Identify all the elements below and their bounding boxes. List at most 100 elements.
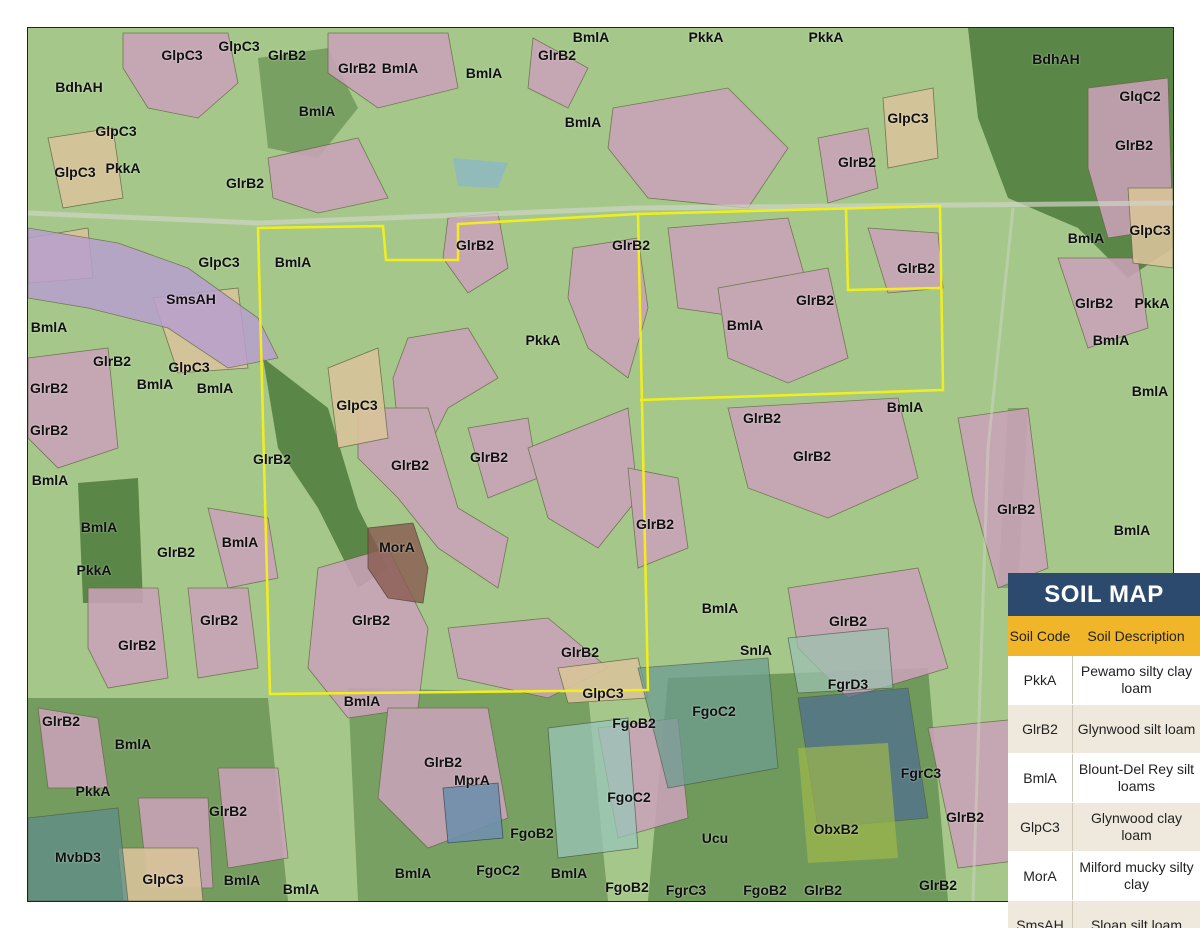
- soil-polygon: [187, 587, 259, 679]
- soil-code-label: BmlA: [1131, 383, 1169, 399]
- soil-code-label: FgoB2: [743, 882, 787, 898]
- soil-code-label: PkkA: [808, 29, 844, 45]
- soil-code-label: GlrB2: [803, 882, 843, 898]
- soil-code-label: PkkA: [76, 562, 112, 578]
- soil-code-label: PkkA: [105, 160, 141, 176]
- soil-code-label: BmlA: [465, 65, 503, 81]
- soil-code-label: FgoB2: [605, 879, 649, 895]
- soil-polygon: [547, 717, 639, 859]
- soil-code-label: GlrB2: [337, 60, 377, 76]
- soil-code-label: GlrB2: [29, 380, 69, 396]
- soil-code-label: BmlA: [886, 399, 924, 415]
- soil-code-label: GlrB2: [423, 754, 463, 770]
- soil-code-label: BmlA: [726, 317, 764, 333]
- legend-row: MorA Milford mucky silty clay: [1008, 852, 1200, 901]
- legend-code: MorA: [1008, 852, 1073, 900]
- soil-code-label: GlrB2: [996, 501, 1036, 517]
- soil-code-label: BmlA: [30, 319, 68, 335]
- soil-code-label: GlrB2: [1114, 137, 1154, 153]
- legend-description: Milford mucky silty clay: [1079, 859, 1194, 892]
- soil-code-label: GlrB2: [611, 237, 651, 253]
- soil-code-label: GlrB2: [635, 516, 675, 532]
- soil-code-label: MorA: [379, 539, 415, 555]
- soil-code-label: BmlA: [196, 380, 234, 396]
- soil-code-label: ObxB2: [813, 821, 859, 837]
- legend-description: Sloan silt loam: [1090, 916, 1183, 928]
- soil-code-label: MvbD3: [55, 849, 101, 865]
- soil-code-label: PkkA: [525, 332, 561, 348]
- legend-code: GlpC3: [1008, 803, 1073, 851]
- legend-code: SmsAH: [1008, 901, 1073, 928]
- legend-row: GlpC3 Glynwood clay loam: [1008, 803, 1200, 852]
- soil-code-label: GlrB2: [537, 47, 577, 63]
- soil-code-label: GlrB2: [252, 451, 292, 467]
- soil-code-label: GlrB2: [29, 422, 69, 438]
- soil-code-label: GlpC3: [887, 110, 929, 126]
- pond-north: [453, 158, 508, 188]
- soil-code-label: FgoB2: [510, 825, 554, 841]
- legend-header-row: Soil Code Soil Description: [1008, 616, 1200, 656]
- legend-code: GlrB2: [1008, 705, 1073, 753]
- soil-code-label: BmlA: [223, 872, 261, 888]
- soil-code-label: GlrB2: [156, 544, 196, 560]
- legend-panel: SOIL MAP Soil Code Soil Description PkkA…: [1008, 573, 1200, 928]
- map-canvas[interactable]: [28, 28, 1173, 901]
- soil-code-label: GlpC3: [168, 359, 210, 375]
- soil-code-label: FgoC2: [607, 789, 651, 805]
- soil-code-label: GlrB2: [560, 644, 600, 660]
- soil-code-label: GlpC3: [54, 164, 96, 180]
- soil-code-label: GlrB2: [837, 154, 877, 170]
- soil-code-label: BmlA: [221, 534, 259, 550]
- soil-polygon: [882, 87, 939, 169]
- forest-west-block: [78, 478, 143, 603]
- soil-code-label: GlpC3: [1129, 222, 1171, 238]
- soil-code-label: GlrB2: [267, 47, 307, 63]
- soil-code-label: BmlA: [394, 865, 432, 881]
- legend-title: SOIL MAP: [1008, 573, 1200, 616]
- legend-description: Blount-Del Rey silt loams: [1078, 761, 1195, 794]
- soil-code-label: BmlA: [114, 736, 152, 752]
- legend-description: Glynwood clay loam: [1090, 810, 1183, 843]
- soil-code-label: GlpC3: [95, 123, 137, 139]
- pond-mpra: [442, 782, 504, 844]
- soil-map[interactable]: [27, 27, 1174, 902]
- soil-code-label: GlrB2: [795, 292, 835, 308]
- soil-code-label: BmlA: [274, 254, 312, 270]
- soil-code-label: PkkA: [688, 29, 724, 45]
- soil-code-label: GlrB2: [828, 613, 868, 629]
- soil-code-label: SmsAH: [166, 291, 216, 307]
- soil-code-label: FgrC3: [900, 765, 942, 781]
- soil-code-label: BmlA: [298, 103, 336, 119]
- soil-code-label: GlrB2: [469, 449, 509, 465]
- soil-code-label: BmlA: [31, 472, 69, 488]
- soil-code-label: BmlA: [343, 693, 381, 709]
- soil-code-label: GlrB2: [896, 260, 936, 276]
- legend-row: BmlA Blount-Del Rey silt loams: [1008, 754, 1200, 803]
- soil-code-label: SnlA: [740, 642, 772, 658]
- soil-code-label: GlpC3: [582, 685, 624, 701]
- soil-code-label: BmlA: [1113, 522, 1151, 538]
- legend-row: PkkA Pewamo silty clay loam: [1008, 656, 1200, 705]
- soil-code-label: PkkA: [75, 783, 111, 799]
- soil-code-label: GlpC3: [336, 397, 378, 413]
- soil-code-label: BmlA: [1067, 230, 1105, 246]
- soil-code-label: PkkA: [1134, 295, 1170, 311]
- soil-code-label: BmlA: [1092, 332, 1130, 348]
- soil-code-label: GlrB2: [199, 612, 239, 628]
- soil-code-label: FgoB2: [612, 715, 656, 731]
- legend-row: GlrB2 Glynwood silt loam: [1008, 705, 1200, 754]
- soil-code-label: GlpC3: [142, 871, 184, 887]
- soil-code-label: GlpC3: [198, 254, 240, 270]
- soil-code-label: GlrB2: [41, 713, 81, 729]
- soil-code-label: BmlA: [572, 29, 610, 45]
- soil-code-label: BdhAH: [55, 79, 103, 95]
- soil-code-label: GlrB2: [1074, 295, 1114, 311]
- soil-code-label: GlrB2: [92, 353, 132, 369]
- soil-code-label: BmlA: [550, 865, 588, 881]
- soil-code-label: GlrB2: [208, 803, 248, 819]
- soil-code-label: FgoC2: [692, 703, 736, 719]
- soil-code-label: GlrB2: [225, 175, 265, 191]
- legend-code: PkkA: [1008, 656, 1073, 704]
- soil-code-label: GlrB2: [351, 612, 391, 628]
- soil-code-label: BmlA: [701, 600, 739, 616]
